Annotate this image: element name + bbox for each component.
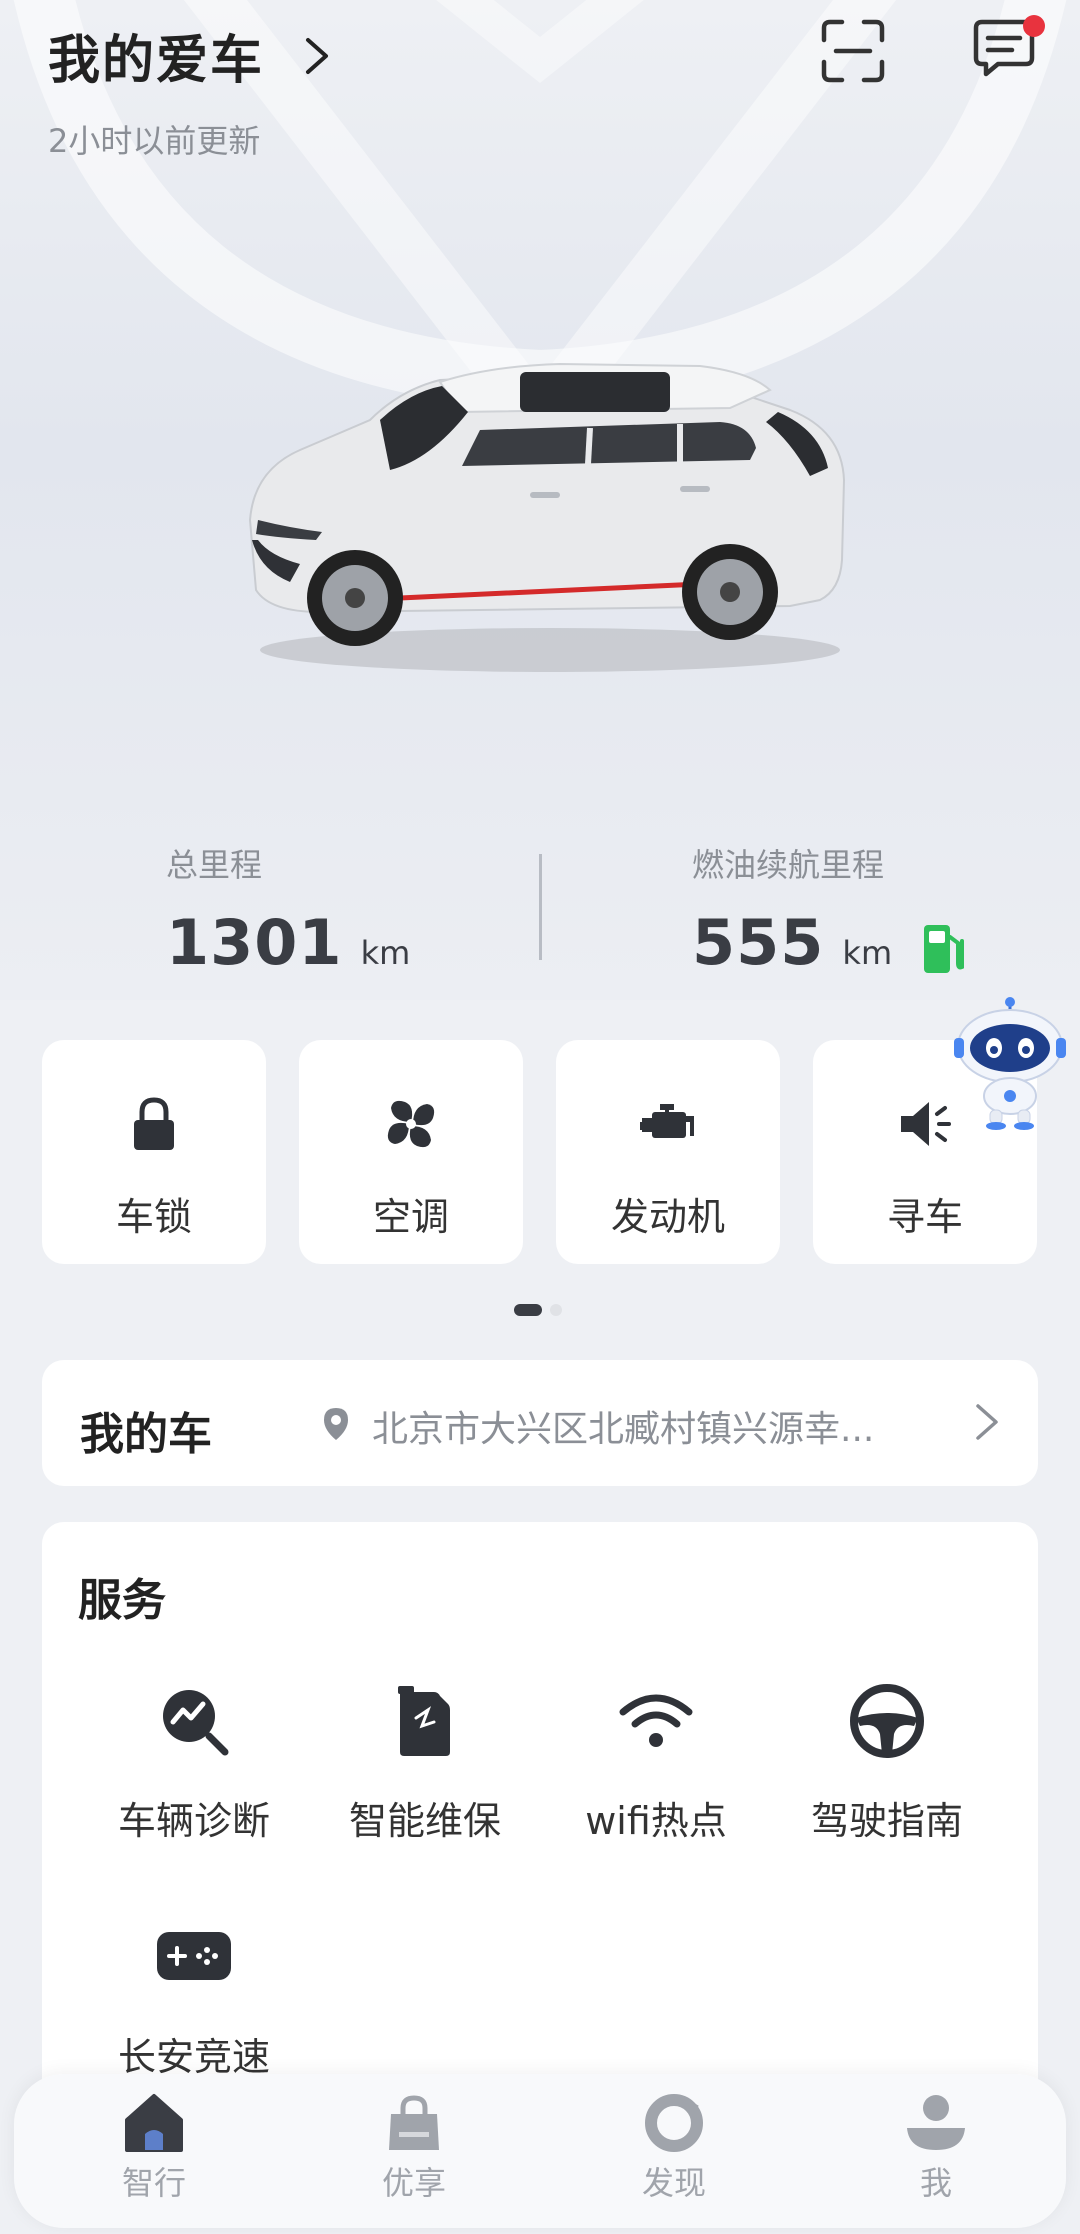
scan-icon[interactable] — [820, 18, 886, 84]
profile-icon — [907, 2095, 965, 2150]
mileage-stats: 总里程 1301 km 燃油续航里程 555 km — [0, 840, 1080, 980]
service-label: 智能维保 — [348, 1799, 501, 1843]
service-vehicle-diagnosis[interactable]: 车辆诊断 — [79, 1682, 309, 1845]
wifi-icon — [619, 1694, 693, 1747]
chevron-right-icon — [306, 37, 329, 74]
total-mileage: 总里程 1301 km — [166, 840, 410, 979]
page-title: 我的爱车 — [48, 31, 265, 91]
nav-tab-label: 智行 — [121, 2164, 186, 2202]
discover-icon — [645, 2094, 703, 2152]
pager-dot-active — [514, 1304, 542, 1316]
total-mileage-label: 总里程 — [166, 846, 263, 884]
home-icon — [125, 2094, 183, 2152]
quick-control-label: 车锁 — [115, 1195, 192, 1239]
maintenance-icon — [398, 1686, 450, 1756]
notification-dot — [1023, 15, 1045, 37]
fuel-range-label: 燃油续航里程 — [692, 846, 885, 884]
quick-control-lock[interactable]: 车锁 — [42, 1040, 266, 1264]
service-label: wifi热点 — [585, 1799, 727, 1843]
fan-icon — [387, 1100, 435, 1148]
fuel-pump-icon — [924, 924, 965, 973]
my-car-header[interactable]: 我的爱车 — [48, 18, 336, 93]
horn-icon — [901, 1102, 951, 1146]
quick-controls: 车锁 空调 发动机 寻车 — [42, 1040, 1042, 1264]
quick-control-label: 空调 — [372, 1195, 449, 1239]
gamepad-icon — [157, 1932, 231, 1980]
my-car-title: 我的车 — [80, 1409, 212, 1460]
quick-control-label: 寻车 — [886, 1195, 963, 1239]
stats-divider — [539, 854, 542, 960]
nav-tab-benefits[interactable]: 优享 — [334, 2092, 494, 2204]
quick-controls-pager — [514, 1304, 562, 1316]
car-location-address: 北京市大兴区北臧村镇兴源幸... — [372, 1409, 875, 1450]
service-wifi-hotspot[interactable]: wifi热点 — [541, 1682, 771, 1845]
last-updated-text: 2小时以前更新 — [48, 122, 261, 160]
car-image — [248, 362, 846, 672]
nav-tab-discover[interactable]: 发现 — [594, 2092, 754, 2204]
fuel-range-value: 555 — [692, 906, 825, 979]
service-smart-maintenance[interactable]: 智能维保 — [310, 1682, 540, 1845]
fuel-range-unit: km — [842, 934, 893, 972]
nav-tab-label: 发现 — [641, 2164, 706, 2202]
fuel-range: 燃油续航里程 555 km — [692, 840, 966, 979]
nav-tab-label: 优享 — [381, 2164, 446, 2202]
service-changan-racing[interactable]: 长安竞速 — [79, 1918, 309, 2081]
steering-wheel-icon — [850, 1684, 924, 1758]
message-icon[interactable] — [968, 14, 1048, 84]
assistant-robot-icon[interactable] — [950, 996, 1070, 1130]
my-car-location-card[interactable]: 我的车 北京市大兴区北臧村镇兴源幸... — [42, 1360, 1038, 1486]
total-mileage-unit: km — [360, 934, 411, 972]
quick-control-ac[interactable]: 空调 — [299, 1040, 523, 1264]
chevron-right-icon — [976, 1404, 998, 1440]
engine-icon — [640, 1104, 694, 1138]
quick-control-engine[interactable]: 发动机 — [556, 1040, 780, 1264]
service-label: 长安竞速 — [117, 2035, 270, 2079]
pager-dot — [550, 1304, 562, 1316]
services-card: 服务 车辆诊断 智能维保 wifi热点 驾驶指南 长安竞速 — [42, 1522, 1038, 2162]
services-title: 服务 — [78, 1575, 166, 1626]
lock-icon — [134, 1097, 174, 1150]
service-driving-guide[interactable]: 驾驶指南 — [772, 1682, 1002, 1845]
service-label: 车辆诊断 — [117, 1799, 270, 1843]
shopping-bag-icon — [389, 2095, 439, 2150]
location-pin-icon — [324, 1408, 348, 1440]
bottom-navigation: 智行 优享 发现 我 — [14, 2074, 1066, 2228]
nav-tab-me[interactable]: 我 — [856, 2092, 1016, 2204]
diagnosis-icon — [163, 1690, 229, 1756]
nav-tab-label: 我 — [919, 2164, 952, 2202]
nav-tab-smart-travel[interactable]: 智行 — [74, 2092, 234, 2204]
service-label: 驾驶指南 — [810, 1799, 963, 1843]
total-mileage-value: 1301 — [166, 906, 343, 979]
quick-control-label: 发动机 — [610, 1195, 725, 1239]
